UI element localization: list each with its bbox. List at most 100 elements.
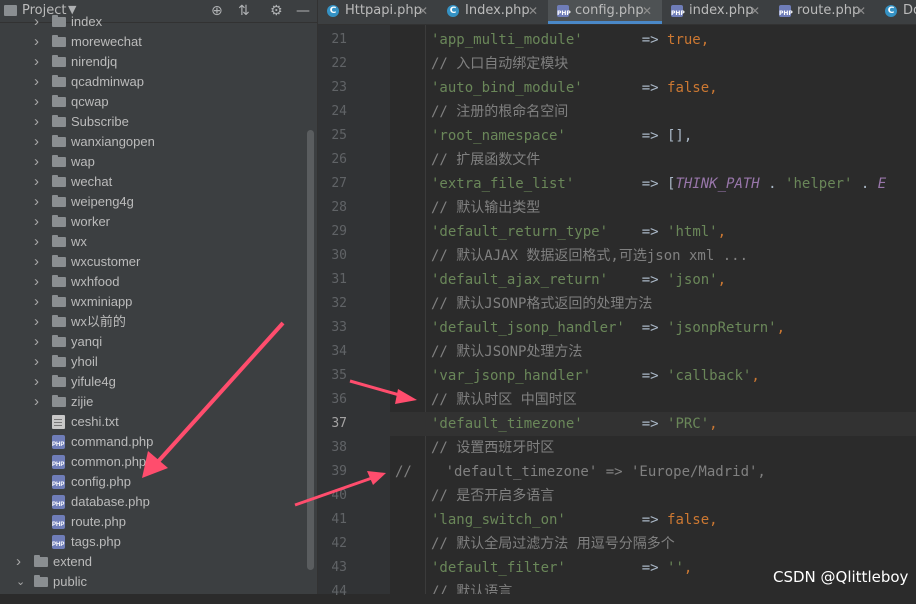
close-icon[interactable]: ✕	[750, 0, 760, 22]
project-panel-title[interactable]: Project	[22, 3, 66, 18]
close-icon[interactable]: ✕	[642, 0, 652, 22]
chevron-right-icon[interactable]: ›	[34, 212, 44, 232]
close-icon[interactable]: ✕	[528, 0, 538, 22]
chevron-right-icon[interactable]: ›	[34, 152, 44, 172]
chevron-right-icon[interactable]: ›	[34, 232, 44, 252]
code-line[interactable]: 'lang_switch_on' => false,	[390, 508, 916, 532]
line-number: 35	[331, 368, 347, 383]
code-line[interactable]: // 默认AJAX 数据返回格式,可选json xml ...	[390, 244, 916, 268]
line-number: 28	[331, 200, 347, 215]
chevron-right-icon[interactable]: ›	[34, 72, 44, 92]
chevron-right-icon[interactable]: ›	[34, 132, 44, 152]
code-token: // 默认JSONP处理方法	[431, 344, 583, 360]
chevron-right-icon[interactable]: ›	[34, 332, 44, 352]
line-number: 27	[331, 176, 347, 191]
code-line[interactable]: // 注册的根命名空间	[390, 100, 916, 124]
folder-icon	[52, 355, 66, 367]
editor-tab[interactable]: C Httpapi.php ✕	[318, 0, 438, 24]
code-token: ,	[717, 272, 727, 288]
chevron-right-icon[interactable]: ›	[34, 12, 44, 32]
chevron-right-icon[interactable]: ›	[34, 352, 44, 372]
code-line[interactable]: // 扩展函数文件	[390, 148, 916, 172]
tree-item-label: extend	[53, 554, 93, 569]
code-line[interactable]: 'default_jsonp_handler' => 'jsonpReturn'…	[390, 316, 916, 340]
code-line[interactable]: 'app_multi_module' => true,	[390, 28, 916, 52]
code-token: false,	[667, 512, 718, 528]
hide-icon[interactable]: —	[296, 3, 310, 19]
locate-icon[interactable]: ⊕	[211, 3, 223, 19]
code-token: // 默认时区 中国时区	[431, 392, 577, 408]
code-token: ,	[776, 320, 786, 336]
code-editor[interactable]: 'app_multi_module' => true, // 入口自动绑定模块 'a…	[390, 25, 916, 594]
code-token: 'helper'	[785, 176, 853, 192]
collapse-all-icon[interactable]: ⇅	[238, 3, 250, 19]
editor-tab[interactable]: C Do	[876, 0, 916, 24]
tree-scrollbar[interactable]	[307, 130, 314, 570]
code-token: 'callback'	[667, 368, 752, 384]
chevron-right-icon[interactable]: ›	[34, 112, 44, 132]
code-line[interactable]: 'auto_bind_module' => false,	[390, 76, 916, 100]
chevron-right-icon[interactable]: ›	[16, 552, 26, 572]
code-line[interactable]: // 入口自动绑定模块	[390, 52, 916, 76]
code-line[interactable]: // 默认全局过滤方法 用逗号分隔多个	[390, 532, 916, 556]
code-token: E	[877, 176, 887, 192]
code-token: // 默认输出类型	[431, 200, 541, 216]
chevron-right-icon[interactable]: ›	[34, 372, 44, 392]
folder-icon	[52, 195, 66, 207]
code-token: 'app_multi_module'	[431, 32, 583, 48]
editor-tab[interactable]: C Index.php ✕	[438, 0, 548, 24]
tree-item-label: wxcustomer	[71, 254, 141, 269]
editor-tab[interactable]: PHP index.php ✕	[662, 0, 770, 24]
chevron-right-icon[interactable]: ›	[34, 92, 44, 112]
close-icon[interactable]: ✕	[418, 0, 428, 22]
line-number: 25	[331, 128, 347, 143]
tab-label: Index.php	[465, 3, 530, 18]
chevron-right-icon[interactable]: ›	[34, 252, 44, 272]
chevron-right-icon[interactable]: ›	[34, 192, 44, 212]
code-line[interactable]: 'default_return_type' => 'html',	[390, 220, 916, 244]
code-line[interactable]: // 设置西班牙时区	[390, 436, 916, 460]
code-token: // 注册的根命名空间	[431, 104, 569, 120]
code-token: 'auto_bind_module'	[431, 80, 583, 96]
chevron-right-icon[interactable]: ›	[34, 312, 44, 332]
chevron-right-icon[interactable]: ›	[34, 392, 44, 412]
chevron-right-icon[interactable]: ›	[34, 52, 44, 72]
chevron-right-icon[interactable]: ›	[34, 272, 44, 292]
chevron-down-icon[interactable]: ⌄	[16, 572, 26, 592]
code-line[interactable]: // 默认JSONP处理方法	[390, 340, 916, 364]
chevron-right-icon[interactable]: ›	[34, 32, 44, 52]
close-icon[interactable]: ✕	[856, 0, 866, 22]
line-number: 32	[331, 296, 347, 311]
folder-icon	[52, 135, 66, 147]
tree-item-label: nirendjq	[71, 54, 118, 69]
chevron-right-icon[interactable]: ›	[34, 292, 44, 312]
tree-item-label: worker	[71, 214, 111, 229]
code-line[interactable]: 'root_namespace' => [],	[390, 124, 916, 148]
code-line[interactable]: 'default_ajax_return' => 'json',	[390, 268, 916, 292]
code-line[interactable]: // 默认时区 中国时区	[390, 388, 916, 412]
code-line[interactable]: 'default_timezone' => 'PRC',	[390, 412, 916, 436]
tree-item-label: yhoil	[71, 354, 98, 369]
code-token: 'lang_switch_on'	[431, 512, 566, 528]
folder-icon	[52, 115, 66, 127]
chevron-right-icon[interactable]: ›	[34, 172, 44, 192]
line-number: 40	[331, 488, 347, 503]
editor-tab[interactable]: PHP route.php ✕	[770, 0, 876, 24]
code-token: 'default_return_type'	[431, 224, 609, 240]
code-token: 'PRC'	[667, 416, 710, 432]
tree-item-label: index	[71, 14, 103, 29]
code-line[interactable]: 'extra_file_list' => [THINK_PATH . 'help…	[390, 172, 916, 196]
code-token: .	[759, 176, 786, 192]
code-line[interactable]: 'var_jsonp_handler' => 'callback',	[390, 364, 916, 388]
code-line[interactable]: // 默认输出类型	[390, 196, 916, 220]
code-line[interactable]: // 默认JSONP格式返回的处理方法	[390, 292, 916, 316]
tree-item-label: wx以前的	[71, 314, 126, 329]
editor-tab[interactable]: PHP config.php ✕	[548, 0, 662, 24]
text-file-icon	[52, 415, 65, 429]
gear-icon[interactable]: ⚙	[270, 3, 283, 19]
folder-icon	[52, 255, 66, 267]
php-file-icon: PHP	[52, 455, 65, 469]
code-line[interactable]: // 'default_timezone' => 'Europe/Madrid'…	[390, 460, 916, 484]
php-file-icon: PHP	[52, 535, 65, 549]
code-line[interactable]: // 是否开启多语言	[390, 484, 916, 508]
